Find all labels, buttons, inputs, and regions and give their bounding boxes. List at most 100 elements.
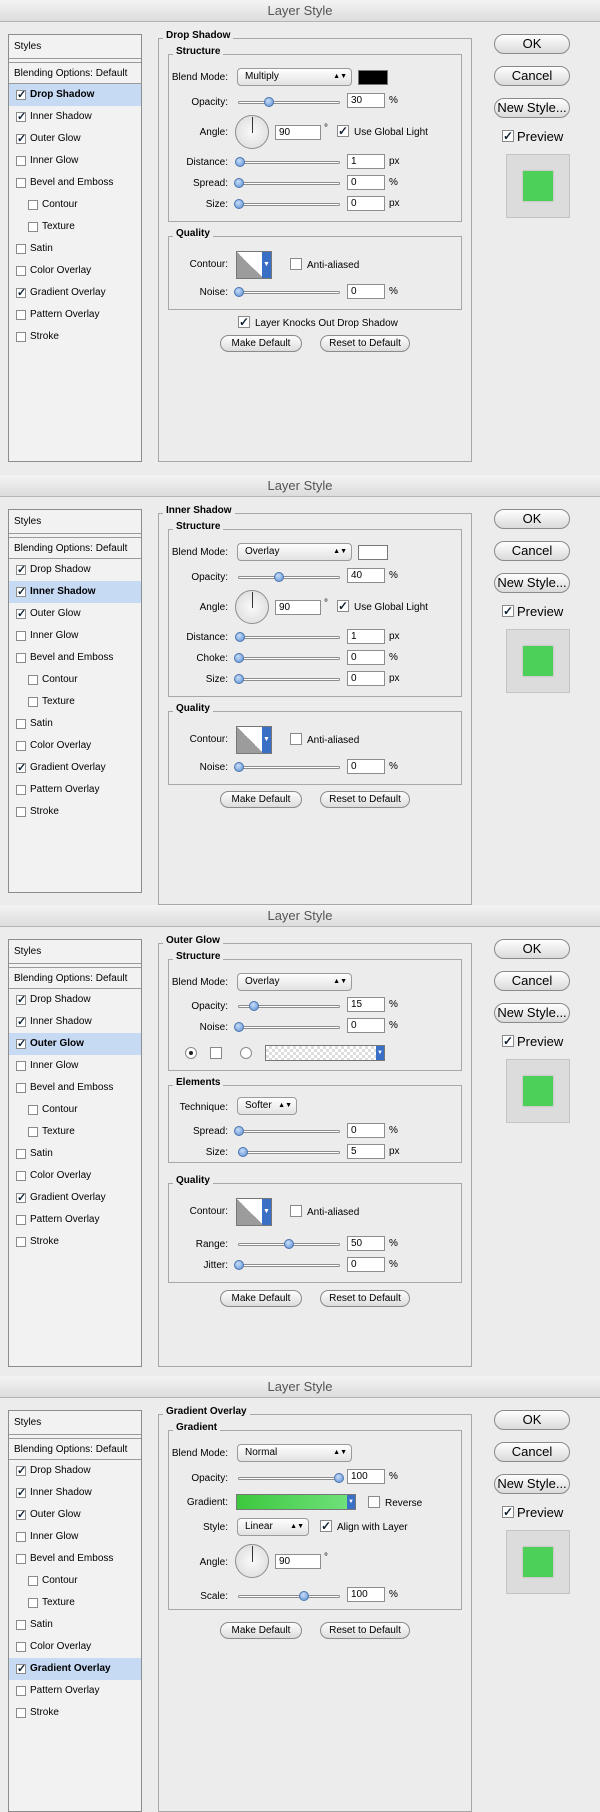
size-slider[interactable] (234, 199, 340, 209)
jitter-slider[interactable] (234, 1260, 340, 1270)
blend-mode-select[interactable]: Multiply ▲▼ (237, 68, 352, 86)
checkbox-icon[interactable] (28, 1576, 38, 1586)
spread-input[interactable]: 0 (347, 175, 385, 190)
reset-default-button[interactable]: Reset to Default (320, 335, 410, 352)
checkbox-icon[interactable]: ✓ (16, 90, 26, 101)
solid-color-radio[interactable] (185, 1047, 197, 1059)
anti-aliased-checkbox[interactable] (290, 258, 302, 270)
spread-slider[interactable] (234, 1126, 340, 1136)
opacity-slider[interactable] (238, 572, 340, 582)
checkbox-icon[interactable] (16, 1171, 26, 1181)
angle-input[interactable]: 90 (275, 125, 321, 140)
checkbox-icon[interactable] (16, 1237, 26, 1247)
cancel-button[interactable]: Cancel (494, 1442, 570, 1462)
sidebar-item-inner-shadow[interactable]: ✓ Inner Shadow (9, 581, 141, 603)
choke-slider[interactable] (234, 653, 340, 663)
size-slider[interactable] (238, 1147, 340, 1157)
preview-checkbox[interactable]: ✓ (502, 605, 514, 617)
sidebar-item-color-overlay[interactable]: Color Overlay (9, 1636, 141, 1658)
blending-options-item[interactable]: Blending Options: Default (9, 62, 141, 84)
new-style-button[interactable]: New Style... (494, 1003, 570, 1023)
slider-thumb[interactable] (234, 199, 244, 209)
shadow-color-swatch[interactable] (358, 70, 388, 85)
size-input[interactable]: 0 (347, 671, 385, 686)
scale-input[interactable]: 100 (347, 1587, 385, 1602)
noise-input[interactable]: 0 (347, 1018, 385, 1033)
range-slider[interactable] (238, 1239, 340, 1249)
opacity-input[interactable]: 100 (347, 1469, 385, 1484)
reset-default-button[interactable]: Reset to Default (320, 1290, 410, 1307)
make-default-button[interactable]: Make Default (220, 791, 302, 808)
sidebar-item-drop-shadow[interactable]: ✓ Drop Shadow (9, 1460, 141, 1482)
angle-dial[interactable] (235, 1544, 269, 1578)
slider-thumb[interactable] (234, 1260, 244, 1270)
angle-dial[interactable] (235, 115, 269, 149)
sidebar-item-drop-shadow[interactable]: ✓ Drop Shadow (9, 84, 141, 106)
sidebar-item-pattern-overlay[interactable]: Pattern Overlay (9, 304, 141, 326)
checkbox-icon[interactable]: ✓ (16, 1193, 26, 1204)
checkbox-icon[interactable] (16, 1149, 26, 1159)
checkbox-icon[interactable] (16, 156, 26, 166)
checkbox-icon[interactable]: ✓ (16, 288, 26, 299)
preview-checkbox[interactable]: ✓ (502, 1506, 514, 1518)
make-default-button[interactable]: Make Default (220, 335, 302, 352)
sidebar-item-contour[interactable]: Contour (9, 1099, 141, 1121)
slider-thumb[interactable] (274, 572, 284, 582)
opacity-input[interactable]: 30 (347, 93, 385, 108)
gradient-radio[interactable] (240, 1047, 252, 1059)
sidebar-item-color-overlay[interactable]: Color Overlay (9, 735, 141, 757)
slider-thumb[interactable] (249, 1001, 259, 1011)
sidebar-item-drop-shadow[interactable]: ✓ Drop Shadow (9, 989, 141, 1011)
sidebar-item-inner-glow[interactable]: Inner Glow (9, 150, 141, 172)
checkbox-icon[interactable]: ✓ (16, 1488, 26, 1499)
checkbox-icon[interactable] (16, 1642, 26, 1652)
sidebar-item-contour[interactable]: Contour (9, 669, 141, 691)
checkbox-icon[interactable] (16, 631, 26, 641)
checkbox-icon[interactable]: ✓ (16, 763, 26, 774)
contour-picker[interactable]: ▼ (236, 726, 272, 754)
angle-input[interactable]: 90 (275, 600, 321, 615)
blending-options-item[interactable]: Blending Options: Default (9, 537, 141, 559)
sidebar-item-bevel-emboss[interactable]: Bevel and Emboss (9, 647, 141, 669)
slider-thumb[interactable] (238, 1147, 248, 1157)
sidebar-item-gradient-overlay[interactable]: ✓ Gradient Overlay (9, 1658, 141, 1680)
sidebar-item-color-overlay[interactable]: Color Overlay (9, 260, 141, 282)
checkbox-icon[interactable] (28, 1105, 38, 1115)
sidebar-item-bevel-emboss[interactable]: Bevel and Emboss (9, 1077, 141, 1099)
checkbox-icon[interactable]: ✓ (16, 112, 26, 123)
checkbox-icon[interactable] (16, 1532, 26, 1542)
checkbox-icon[interactable] (16, 741, 26, 751)
distance-slider[interactable] (235, 157, 340, 167)
checkbox-icon[interactable]: ✓ (16, 565, 26, 576)
checkbox-icon[interactable] (28, 697, 38, 707)
contour-picker[interactable]: ▼ (236, 1198, 272, 1226)
noise-input[interactable]: 0 (347, 759, 385, 774)
anti-aliased-checkbox[interactable] (290, 1205, 302, 1217)
checkbox-icon[interactable] (28, 222, 38, 232)
checkbox-icon[interactable]: ✓ (16, 609, 26, 620)
distance-input[interactable]: 1 (347, 154, 385, 169)
blend-mode-select[interactable]: Overlay ▲▼ (237, 973, 352, 991)
checkbox-icon[interactable]: ✓ (16, 1510, 26, 1521)
checkbox-icon[interactable] (16, 310, 26, 320)
checkbox-icon[interactable] (28, 1127, 38, 1137)
contour-picker[interactable]: ▼ (236, 251, 272, 279)
knockout-checkbox[interactable]: ✓ (238, 316, 250, 328)
sidebar-item-bevel-emboss[interactable]: Bevel and Emboss (9, 172, 141, 194)
align-with-layer-checkbox[interactable]: ✓ (320, 1520, 332, 1532)
cancel-button[interactable]: Cancel (494, 971, 570, 991)
checkbox-icon[interactable]: ✓ (16, 1039, 26, 1050)
slider-thumb[interactable] (284, 1239, 294, 1249)
slider-thumb[interactable] (234, 178, 244, 188)
sidebar-item-outer-glow[interactable]: ✓ Outer Glow (9, 1033, 141, 1055)
sidebar-item-texture[interactable]: Texture (9, 691, 141, 713)
use-global-light-checkbox[interactable]: ✓ (337, 600, 349, 612)
make-default-button[interactable]: Make Default (220, 1290, 302, 1307)
sidebar-item-inner-glow[interactable]: Inner Glow (9, 1055, 141, 1077)
checkbox-icon[interactable]: ✓ (16, 134, 26, 145)
sidebar-item-bevel-emboss[interactable]: Bevel and Emboss (9, 1548, 141, 1570)
sidebar-item-contour[interactable]: Contour (9, 194, 141, 216)
slider-thumb[interactable] (234, 287, 244, 297)
cancel-button[interactable]: Cancel (494, 541, 570, 561)
sidebar-item-gradient-overlay[interactable]: ✓ Gradient Overlay (9, 1187, 141, 1209)
